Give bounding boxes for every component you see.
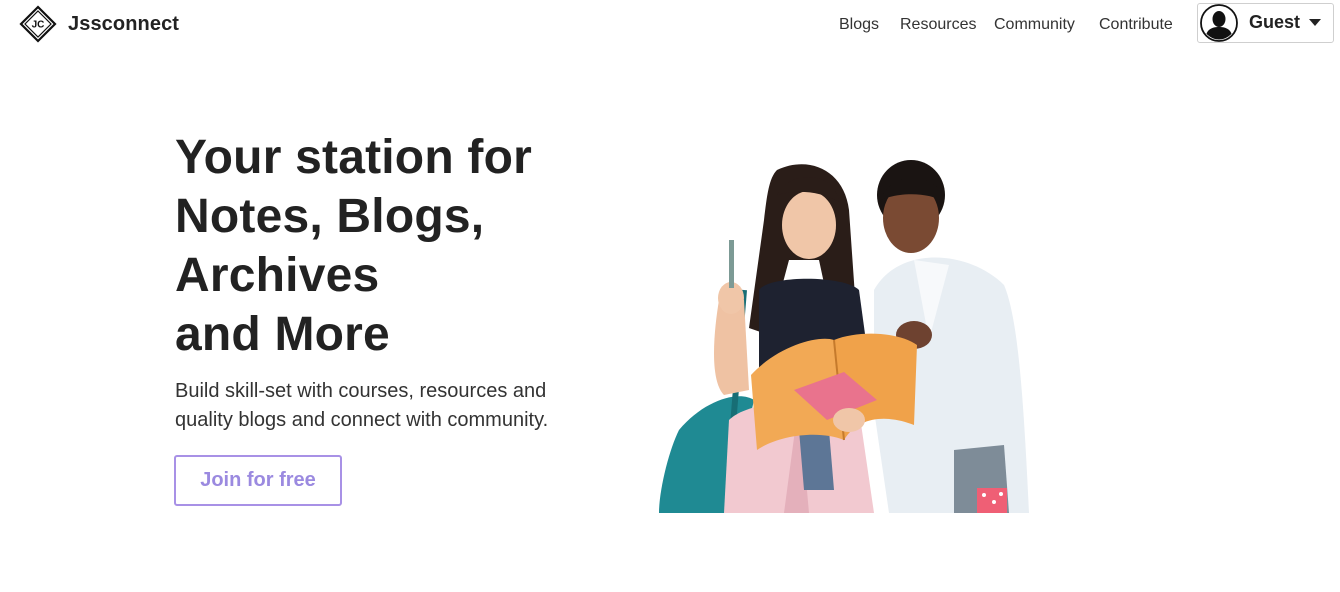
nav-link-blogs[interactable]: Blogs: [839, 15, 879, 35]
hero-heading-line: Archives: [175, 249, 380, 302]
top-navbar: JC Jssconnect Blogs Resources Community …: [0, 0, 1340, 50]
hero-heading: Your station for Notes, Blogs, Archives …: [175, 128, 532, 364]
students-reading-illustration: [659, 150, 1061, 513]
nav-link-community[interactable]: Community: [994, 15, 1075, 35]
hero-heading-line: Your station for: [175, 131, 532, 184]
hero-subtitle: Build skill-set with courses, resources …: [175, 377, 595, 435]
jc-logo-icon: JC: [19, 5, 57, 43]
nav-link-contribute[interactable]: Contribute: [1099, 15, 1173, 35]
hero-subtitle-line: Build skill-set with courses, resources …: [175, 380, 547, 402]
user-label: Guest: [1249, 12, 1301, 32]
brand-name: Jssconnect: [68, 12, 180, 35]
caret-down-icon: [1309, 19, 1321, 26]
user-menu-button[interactable]: Guest: [1197, 3, 1334, 43]
brand-link[interactable]: JC Jssconnect: [19, 5, 179, 43]
nav-link-resources[interactable]: Resources: [900, 15, 976, 35]
hero-heading-line: and More: [175, 308, 390, 361]
join-for-free-button[interactable]: Join for free: [174, 455, 342, 506]
user-silhouette-icon: [1200, 4, 1238, 42]
hero-heading-line: Notes, Blogs,: [175, 190, 485, 243]
hero-subtitle-line: quality blogs and connect with community…: [175, 409, 549, 431]
svg-text:JC: JC: [32, 20, 45, 31]
